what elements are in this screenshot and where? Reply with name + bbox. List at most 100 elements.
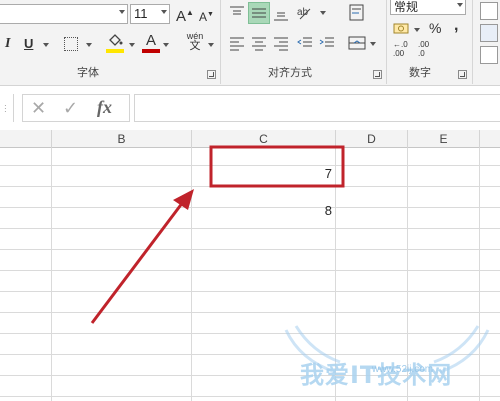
conditional-format-button[interactable]: [480, 2, 498, 20]
paint-bucket-icon: [109, 34, 123, 46]
fill-color-button[interactable]: [106, 34, 124, 54]
border-chevron-down-icon[interactable]: [86, 43, 92, 47]
font-color-bar: [142, 49, 160, 53]
font-color-label: A: [145, 32, 156, 49]
decrease-indent-button[interactable]: [296, 34, 314, 52]
formula-buttons: ✕ ✓ fx: [22, 94, 130, 122]
orientation-button[interactable]: ab: [296, 3, 320, 23]
grid-hline: [0, 186, 500, 187]
grow-font-label: A: [176, 8, 187, 25]
comma-button[interactable]: ,: [454, 18, 458, 34]
wrap-text-icon: [349, 4, 364, 21]
align-right-icon: [274, 37, 288, 51]
grid-hline: [0, 396, 500, 397]
align-left-button[interactable]: [228, 34, 246, 52]
column-header-e[interactable]: E: [408, 130, 480, 148]
group-divider: [220, 0, 221, 84]
fill-chevron-down-icon[interactable]: [129, 43, 135, 47]
currency-icon: [393, 23, 409, 34]
grid-hline: [0, 207, 500, 208]
formula-bar: · · · ✕ ✓ fx: [0, 86, 500, 130]
italic-button[interactable]: I: [5, 36, 10, 52]
grid-hline: [0, 333, 500, 334]
align-right-button[interactable]: [272, 34, 290, 52]
font-group-label: 字体: [77, 66, 99, 79]
drag-handle-icon: · · ·: [4, 101, 7, 116]
merge-center-icon: [348, 36, 366, 50]
font-color-chevron-down-icon[interactable]: [163, 43, 169, 47]
grid-hline: [0, 291, 500, 292]
number-group-label: 数字: [409, 66, 431, 79]
align-middle-icon: [252, 8, 266, 18]
align-bottom-button[interactable]: [272, 4, 290, 22]
shrink-font-label: A: [199, 10, 208, 24]
align-middle-button[interactable]: [248, 2, 270, 24]
column-header-c[interactable]: C: [192, 130, 336, 148]
grid-hline: [0, 228, 500, 229]
border-button[interactable]: [64, 37, 78, 51]
watermark-url: www.52ij.com: [372, 364, 434, 375]
grow-font-button[interactable]: A▲: [176, 5, 194, 25]
text-orientation-icon: ab: [297, 7, 311, 20]
chevron-down-icon: [161, 10, 167, 14]
font-size-value: 11: [134, 6, 148, 21]
column-header-f[interactable]: [480, 130, 500, 148]
merge-center-button[interactable]: [348, 34, 366, 52]
grid-hline: [0, 249, 500, 250]
number-format-value: 常规: [394, 0, 419, 14]
currency-chevron-down-icon[interactable]: [414, 28, 420, 32]
insert-function-button[interactable]: fx: [97, 97, 112, 118]
chevron-down-icon: [457, 3, 463, 7]
currency-button[interactable]: [392, 20, 412, 38]
grid-hline: [0, 165, 500, 166]
column-header-b[interactable]: B: [52, 130, 192, 148]
group-divider: [472, 0, 473, 84]
decrease-decimal-top: .00: [418, 40, 430, 49]
column-headers: B C D E: [0, 130, 500, 148]
format-table-button[interactable]: [480, 24, 498, 42]
underline-chevron-down-icon[interactable]: [43, 43, 49, 47]
decrease-decimal-label: .0: [418, 49, 425, 58]
name-box-edge[interactable]: · · ·: [0, 94, 14, 122]
ribbon: 11 A▲ A▼ I U A wén 文 字体 ab 对齐方式 常规 % , ←…: [0, 0, 500, 86]
increase-indent-button[interactable]: [318, 34, 336, 52]
formula-input[interactable]: [134, 94, 500, 122]
cell-styles-button[interactable]: [480, 46, 498, 64]
decrease-indent-icon: [297, 37, 312, 47]
alignment-dialog-launcher-icon[interactable]: [373, 70, 382, 79]
cell-c-value-8[interactable]: 8: [272, 203, 332, 218]
increase-decimal-label: .00: [393, 49, 405, 58]
increase-decimal-button[interactable]: ←.0 .00: [393, 40, 408, 58]
orientation-chevron-down-icon[interactable]: [320, 11, 326, 15]
align-top-button[interactable]: [228, 4, 246, 22]
font-dialog-launcher-icon[interactable]: [207, 70, 216, 79]
align-top-icon: [230, 6, 244, 15]
align-bottom-icon: [274, 12, 288, 21]
number-format-box[interactable]: 常规: [390, 0, 466, 15]
column-header-d[interactable]: D: [336, 130, 408, 148]
column-header-a[interactable]: [0, 130, 52, 148]
phonetic-button[interactable]: wén 文: [186, 31, 204, 52]
increase-decimal-top: ←.0: [393, 40, 408, 49]
enter-icon[interactable]: ✓: [63, 98, 78, 119]
number-dialog-launcher-icon[interactable]: [458, 70, 467, 79]
wrap-text-button[interactable]: [348, 3, 366, 23]
group-divider: [386, 0, 387, 84]
phonetic-chevron-down-icon[interactable]: [208, 43, 214, 47]
merge-chevron-down-icon[interactable]: [370, 42, 376, 46]
fill-color-bar: [106, 49, 124, 53]
align-center-button[interactable]: [250, 34, 268, 52]
percent-button[interactable]: %: [429, 20, 441, 36]
alignment-group-label: 对齐方式: [268, 66, 312, 79]
font-size-box[interactable]: 11: [130, 4, 170, 24]
decrease-decimal-button[interactable]: .00 .0: [418, 40, 429, 58]
font-color-button[interactable]: A: [142, 33, 160, 53]
align-left-icon: [230, 37, 244, 51]
increase-indent-icon: [319, 37, 334, 47]
align-center-icon: [252, 37, 266, 51]
underline-button[interactable]: U: [24, 36, 33, 52]
font-name-box-edge[interactable]: [0, 4, 128, 24]
cell-c-value-7[interactable]: 7: [272, 166, 332, 181]
cancel-icon[interactable]: ✕: [31, 98, 46, 119]
shrink-font-button[interactable]: A▼: [199, 7, 214, 25]
